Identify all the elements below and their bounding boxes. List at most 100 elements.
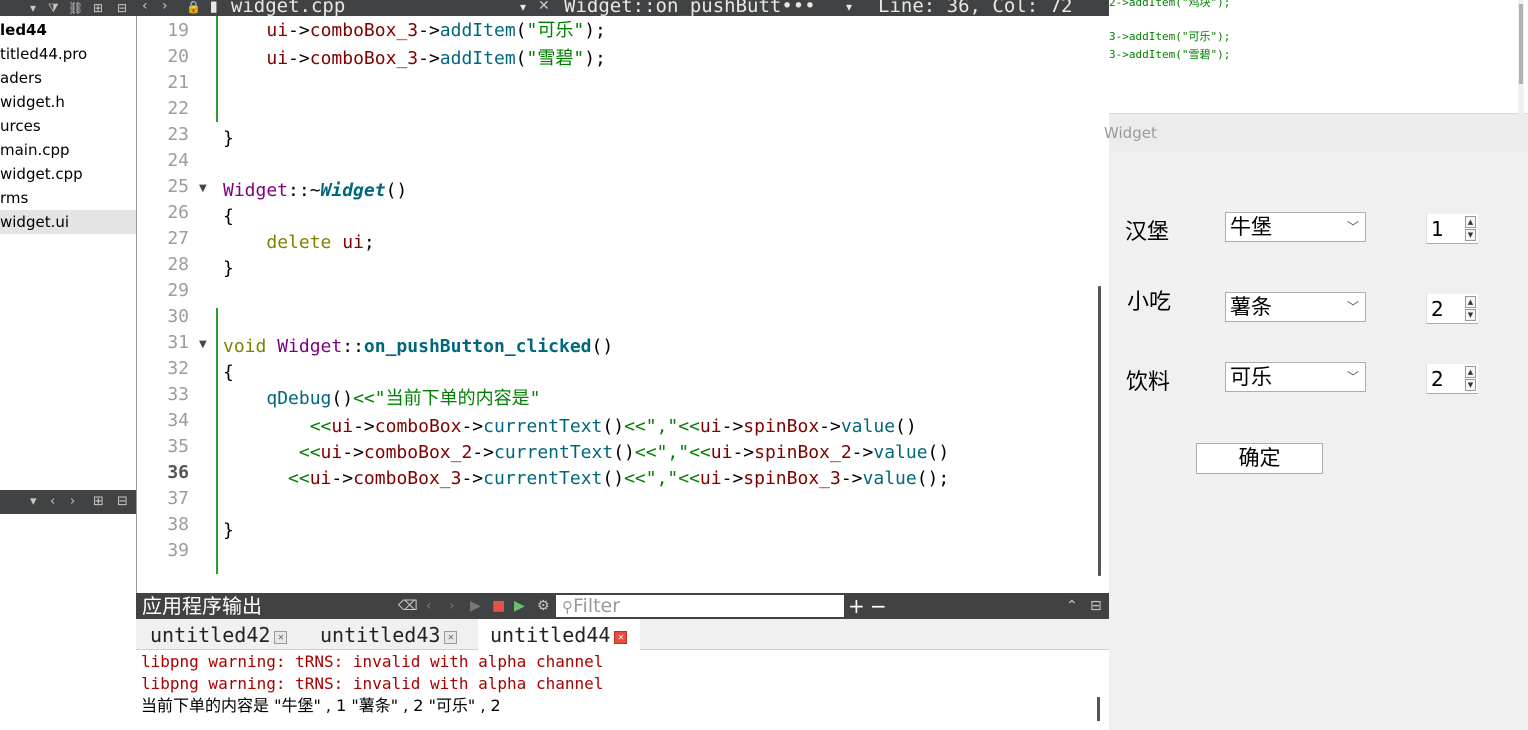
tree-item-widget-cpp[interactable]: widget.cpp [0,162,136,186]
preview-line: 2->addItem("鸡块"); [1109,0,1231,9]
preview-line: 3->addItem("雪碧"); [1109,48,1231,61]
confirm-button[interactable]: 确定 [1196,443,1323,474]
line-number: 38 [167,514,189,535]
editor-scrollbar[interactable] [1098,286,1101,576]
back-icon[interactable]: ‹ [50,490,55,514]
close-doc-icon[interactable]: ✕ [538,0,550,14]
background-code-preview: 2->addItem("鸡块"); 3->addItem("可乐"); 3->a… [1109,0,1528,114]
line-number: 36 [167,462,189,483]
next-item-icon[interactable]: › [449,593,455,619]
spin-down-icon[interactable]: ▼ [1465,309,1476,321]
change-marker [216,16,218,122]
chevron-down-icon: ﹀ [1346,300,1359,314]
close-tab-icon[interactable]: ✕ [274,631,288,644]
drink-spinbox[interactable]: 2 ▲ ▼ [1426,364,1478,394]
line-number: 20 [167,46,189,67]
window-title: Widget [1104,124,1157,142]
tree-item-widget-ui[interactable]: widget.ui [0,210,136,234]
close-pane-icon[interactable]: ⊟ [117,490,128,514]
fold-arrow-icon[interactable]: ▼ [199,339,207,350]
split-icon[interactable]: ⊞ [93,0,103,16]
link-icon[interactable]: ⛓ [68,0,83,16]
log-line: libpng warning: tRNS: invalid with alpha… [141,674,604,693]
close-tab-icon[interactable]: ✕ [614,631,628,644]
output-title: 应用程序输出 [142,594,262,618]
tree-item-forms[interactable]: rms [0,186,136,210]
file-dropdown-icon[interactable]: ▾ [520,0,526,14]
attach-debugger-icon[interactable]: ▶ [514,593,525,619]
close-pane-icon[interactable]: ⊟ [117,0,127,16]
log-line: 当前下单的内容是 "牛堡" , 1 "薯条" , 2 "可乐" , 2 [141,696,501,715]
output-tabs: untitled42 ✕ untitled43 ✕ untitled44 ✕ [136,619,1109,651]
tree-item-main-cpp[interactable]: main.cpp [0,138,136,162]
tab-untitled44[interactable]: untitled44 ✕ [478,619,640,651]
line-number: 34 [167,410,189,431]
fold-arrow-icon[interactable]: ▼ [199,183,207,194]
output-filter-input[interactable]: ⚲Filter [556,595,844,617]
chevron-down-icon: ﹀ [1346,220,1359,234]
tab-untitled43[interactable]: untitled43 ✕ [320,619,476,650]
zoom-out-icon[interactable]: − [870,593,887,619]
nav-back-icon[interactable]: ‹ [142,0,148,14]
spin-up-icon[interactable]: ▲ [1465,216,1476,228]
project-tree: led44 titled44.pro aders widget.h urces … [0,18,136,234]
snack-spinbox[interactable]: 2 ▲ ▼ [1426,294,1478,324]
prev-item-icon[interactable]: ‹ [426,593,432,619]
line-number: 39 [167,540,189,561]
spin-up-icon[interactable]: ▲ [1465,366,1476,378]
settings-icon[interactable]: ⚙ [537,593,550,619]
stop-icon[interactable]: ■ [492,593,505,619]
code-editor[interactable]: 19 20 21 22 23 24 25 26 27 28 29 30 31 32 33 34 35 36 37 38… [136,16,1109,593]
burger-combo[interactable]: 牛堡 ﹀ [1225,212,1366,242]
sort-icon[interactable]: ▾ [30,0,36,16]
output-scrollbar[interactable] [1097,697,1100,721]
filter-icon[interactable]: ⧩ [48,0,59,16]
snack-label: 小吃 [1127,290,1172,315]
line-number: 31 [167,332,189,353]
zoom-in-icon[interactable]: + [848,593,865,619]
tree-item-project[interactable]: led44 [0,18,136,42]
file-icon: ▮ [208,0,220,16]
preview-line: 3->addItem("可乐"); [1109,30,1231,43]
close-pane-icon[interactable]: ⊟ [1090,593,1102,619]
open-documents-toolbar: ▾ ‹ › ⊞ ⊟ [0,490,136,514]
cursor-position[interactable]: Line: 36, Col: 72 [878,0,1072,16]
log-line: libpng warning: tRNS: invalid with alpha… [141,652,604,671]
close-tab-icon[interactable]: ✕ [444,631,458,644]
line-number: 32 [167,358,189,379]
output-log[interactable]: libpng warning: tRNS: invalid with alpha… [136,651,1109,730]
split-icon[interactable]: ⊞ [93,490,104,514]
clear-output-icon[interactable]: ⌫ [398,593,418,619]
editor-toolbar: ‹ › 🔒 ▮ widget.cpp ▾ ✕ Widget::on_pushBu… [136,0,1109,16]
tree-item-headers[interactable]: aders [0,66,136,90]
line-number-gutter: 19 20 21 22 23 24 25 26 27 28 29 30 31 32 33 34 35 36 37 38… [137,16,217,593]
preview-scrollbar[interactable] [1518,0,1524,114]
maximize-pane-icon[interactable]: ⌃ [1066,593,1078,619]
burger-label: 汉堡 [1125,220,1170,245]
spin-down-icon[interactable]: ▼ [1465,229,1476,241]
snack-combo[interactable]: 薯条 ﹀ [1225,292,1366,322]
nav-forward-icon[interactable]: › [162,0,168,14]
line-number: 33 [167,384,189,405]
spin-up-icon[interactable]: ▲ [1465,296,1476,308]
tree-item-sources[interactable]: urces [0,114,136,138]
project-panel: ▾ ⧩ ⛓ ⊞ ⊟ led44 titled44.pro aders widge… [0,0,136,730]
file-tab[interactable]: ▮ widget.cpp [208,0,345,16]
line-number: 28 [167,254,189,275]
spin-down-icon[interactable]: ▼ [1465,379,1476,391]
drink-combo[interactable]: 可乐 ﹀ [1225,362,1366,392]
tree-item-widget-h[interactable]: widget.h [0,90,136,114]
line-number: 19 [167,20,189,41]
rerun-icon[interactable]: ▶ [470,593,481,619]
line-number: 26 [167,202,189,223]
widget-window: Widget 汉堡 牛堡 ﹀ 1 ▲ ▼ 小吃 薯条 ﹀ 2 ▲ ▼ 饮料 可乐 ﹀ 2 ▲ ▼ … [1104,114,1528,730]
function-dropdown-icon[interactable]: ▾ [846,0,852,14]
forward-icon[interactable]: › [70,490,75,514]
burger-spinbox[interactable]: 1 ▲ ▼ [1426,214,1478,244]
function-crumb[interactable]: Widget::on_pushButt••• [564,0,816,16]
tab-untitled42[interactable]: untitled42 ✕ [150,619,306,650]
line-number: 35 [167,436,189,457]
tree-item-pro-file[interactable]: titled44.pro [0,42,136,66]
chevron-down-icon: ﹀ [1346,370,1359,384]
dropdown-icon[interactable]: ▾ [30,490,37,514]
